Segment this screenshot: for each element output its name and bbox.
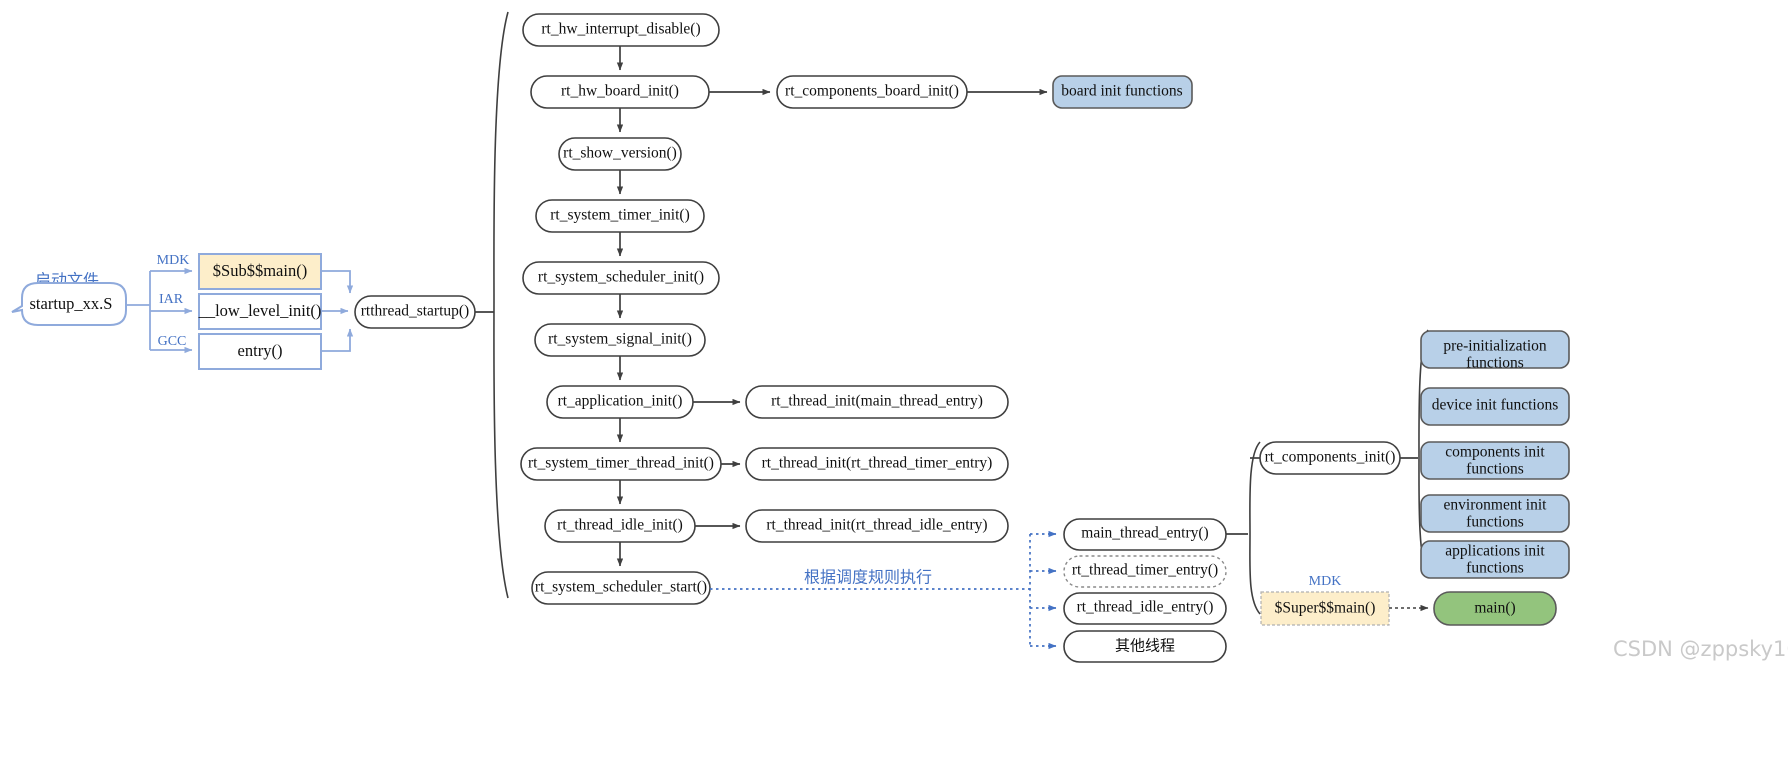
main-thread-fanout-brace <box>1249 441 1261 615</box>
scheduler-edge-label: 根据调度规则执行 <box>804 568 932 587</box>
node-label-rt-thread-init-main: rt_thread_init(main_thread_entry) <box>771 393 983 410</box>
node-label-pre-initialization-functions-line2: functions <box>1466 355 1524 372</box>
startup-flow-diagram: 启动文件 startup_xx.S MDK IAR GCC $Sub$$main… <box>0 0 1788 760</box>
node-label-environment-init-functions-line2: functions <box>1466 514 1524 531</box>
node-label-rt-system-scheduler-init: rt_system_scheduler_init() <box>538 269 704 286</box>
startup-file-label: startup_xx.S <box>30 294 113 313</box>
main-column-brace <box>475 11 509 599</box>
board-init-chain: rt_components_board_init() board init fu… <box>709 75 1193 109</box>
scheduler-dispatch-edges: 根据调度规则执行 <box>710 530 1057 650</box>
node-label-rt-thread-timer-entry: rt_thread_timer_entry() <box>1072 562 1218 579</box>
startup-file-group: 启动文件 startup_xx.S <box>11 271 127 326</box>
node-label-applications-init-functions-line2: functions <box>1466 560 1524 577</box>
node-label-rt-hw-board-init: rt_hw_board_init() <box>561 83 679 100</box>
node-label-main-thread-entry: main_thread_entry() <box>1081 525 1208 542</box>
node-label-main: main() <box>1474 600 1515 617</box>
node-label-rt-system-signal-init: rt_system_signal_init() <box>548 331 692 348</box>
node-label-components-init-functions-line1: components init <box>1445 444 1545 461</box>
main-column-group: rt_hw_interrupt_disable() rt_hw_board_in… <box>520 13 722 605</box>
startup-branch-edges: MDK IAR GCC <box>126 253 193 354</box>
csdn-watermark: CSDN @zppsky16 <box>1613 637 1788 661</box>
super-main-group: MDK $Super$$main() main() <box>1260 574 1557 626</box>
node-label-rt-components-board-init: rt_components_board_init() <box>785 83 959 100</box>
main-thread-fanout <box>1226 441 1261 615</box>
thread-init-side-nodes: rt_thread_init(main_thread_entry) rt_thr… <box>693 385 1009 543</box>
thread-entry-nodes: main_thread_entry() rt_thread_timer_entr… <box>1063 518 1227 663</box>
node-label-rt-show-version: rt_show_version() <box>563 145 677 162</box>
rtthread-startup-label: rtthread_startup() <box>361 303 469 320</box>
merge-edge-from-entry <box>321 328 354 352</box>
node-label-rt-components-init: rt_components_init() <box>1265 449 1396 466</box>
super-main-mdk-label: MDK <box>1309 574 1342 589</box>
node-label-other-threads: 其他线程 <box>1115 637 1175 655</box>
components-init-group: rt_components_init() <box>1259 329 1429 577</box>
node-label-applications-init-functions-line1: applications init <box>1445 543 1545 560</box>
rtthread-startup-group: rtthread_startup() <box>354 295 476 329</box>
node-label-rt-application-init: rt_application_init() <box>558 393 683 410</box>
node-label-rt-system-timer-thread-init: rt_system_timer_thread_init() <box>528 455 714 472</box>
node-label-board-init-functions: board init functions <box>1061 83 1182 100</box>
node-label-rt-thread-idle-init: rt_thread_idle_init() <box>557 517 683 534</box>
branch-label-gcc: GCC <box>158 334 187 349</box>
node-label-environment-init-functions-line1: environment init <box>1444 497 1548 514</box>
main-column-brace-path <box>493 11 509 599</box>
branch-label-mdk: MDK <box>157 253 190 268</box>
node-label-pre-initialization-functions-line1: pre-initialization <box>1443 338 1547 355</box>
node-label-device-init-functions: device init functions <box>1432 397 1559 414</box>
sub-main-label: $Sub$$main() <box>213 261 307 280</box>
toolchain-entry-nodes: $Sub$$main() __low_level_init() entry() <box>198 253 322 370</box>
node-label-rt-system-timer-init: rt_system_timer_init() <box>550 207 689 224</box>
merge-edges <box>321 270 354 352</box>
entry-label: entry() <box>238 341 283 360</box>
merge-edge-from-sub-main <box>321 270 354 294</box>
node-label-rt-thread-init-timer: rt_thread_init(rt_thread_timer_entry) <box>762 455 993 472</box>
node-label-super-main: $Super$$main() <box>1275 600 1376 617</box>
node-label-rt-thread-init-idle: rt_thread_init(rt_thread_idle_entry) <box>766 517 987 534</box>
node-label-rt-system-scheduler-start: rt_system_scheduler_start() <box>535 579 707 596</box>
branch-label-iar: IAR <box>159 292 184 307</box>
node-label-components-init-functions-line2: functions <box>1466 461 1524 478</box>
node-label-rt-hw-interrupt-disable: rt_hw_interrupt_disable() <box>541 21 700 38</box>
low-level-init-label: __low_level_init() <box>198 301 322 320</box>
node-label-rt-thread-idle-entry: rt_thread_idle_entry() <box>1077 599 1214 616</box>
init-function-boxes: pre-initialization functions device init… <box>1420 330 1570 579</box>
